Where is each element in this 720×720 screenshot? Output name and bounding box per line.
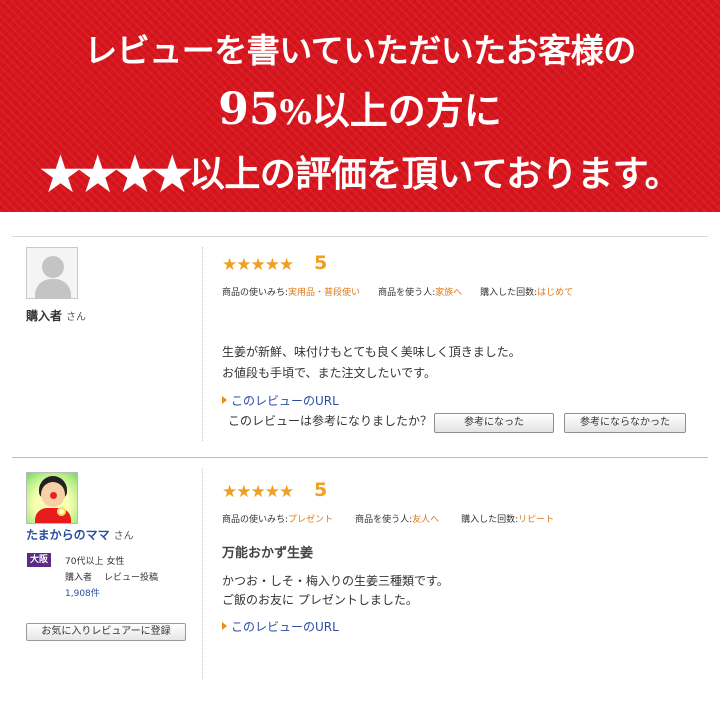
default-user-avatar-icon: [26, 247, 78, 299]
banner-percent-sign: %: [279, 93, 312, 133]
review-title: 万能おかず生姜: [222, 546, 314, 561]
review-url-link[interactable]: このレビューのURL: [222, 392, 339, 409]
arrow-right-icon: [222, 396, 227, 404]
star-rating-icon: ★★★★★: [222, 255, 294, 275]
banner-line2-text: 以上の方に: [311, 88, 502, 133]
user-value: 友人へ: [412, 515, 440, 525]
reviewer-honorific: さん: [113, 531, 134, 542]
column-divider: [202, 468, 203, 679]
reviewer-post-type: レビュー投稿: [104, 573, 159, 583]
reviewer-review-count-link[interactable]: 1,908件: [65, 586, 100, 599]
arrow-right-icon: [222, 622, 227, 630]
times-value: リピート: [518, 515, 555, 525]
rating-score: 5: [314, 479, 328, 501]
banner-headline-line3: ★★★★以上の評価を頂いております。: [0, 145, 720, 201]
review-body-line: かつお・しそ・梅入りの生姜三種類です。: [222, 574, 449, 588]
reviewer-role: 購入者 レビュー投稿: [65, 573, 159, 583]
promo-banner: レビューを書いていただいたお客様の 95%以上の方に ★★★★以上の評価を頂いて…: [0, 0, 720, 212]
reviewer-honorific: さん: [66, 312, 87, 323]
reviewer-age-gender: 70代以上 女性: [65, 557, 125, 567]
reviewer-rank-badge: 大阪: [27, 553, 51, 567]
review-item: たまからのママ さん 大阪 70代以上 女性 購入者 レビュー投稿 1,908件 お…: [12, 457, 708, 689]
review-url-link[interactable]: このレビューのURL: [222, 618, 339, 635]
usage-value: 実用品・普段使い: [288, 288, 361, 298]
reviewer-name-link[interactable]: たまからのママ さん: [26, 526, 134, 543]
user-photo-avatar-icon[interactable]: [26, 472, 78, 524]
usage-value: プレゼント: [288, 515, 334, 525]
review-body-line: お値段も手頃で、また注文したいです。: [222, 366, 436, 380]
rating-score: 5: [314, 252, 328, 274]
review-list: 購入者 さん ★★★★★ 5 商品の使いみち:実用品・普段使い 商品を使う人:家族へ…: [0, 212, 720, 720]
banner-line3-text: 以上の評価を頂いております。: [188, 153, 681, 195]
user-value: 家族へ: [435, 288, 463, 298]
review-body-line: ご飯のお友に プレゼントしました。: [222, 593, 418, 607]
helpful-yes-button[interactable]: 参考になった: [434, 413, 554, 433]
review-body-line: 生姜が新鮮、味付けもとても良く美味しく頂きました。: [222, 345, 521, 359]
times-value: はじめて: [537, 288, 574, 298]
review-item: 購入者 さん ★★★★★ 5 商品の使いみち:実用品・普段使い 商品を使う人:家族へ…: [12, 236, 708, 451]
reviewer-name: 購入者 さん: [26, 309, 87, 323]
review-meta: 商品の使いみち:実用品・普段使い 商品を使う人:家族へ 購入した回数:はじめて: [222, 288, 574, 298]
banner-headline-line1: レビューを書いていただいたお客様の: [84, 31, 636, 70]
helpful-no-button[interactable]: 参考にならなかった: [564, 413, 686, 433]
review-meta: 商品の使いみち:プレゼント 商品を使う人:友人へ 購入した回数:リピート: [222, 515, 555, 525]
add-favorite-reviewer-button[interactable]: お気に入りレビュアーに登録: [26, 623, 186, 641]
banner-percentage: 95: [218, 84, 280, 135]
banner-four-stars-icon: ★★★★: [39, 147, 193, 201]
column-divider: [202, 247, 203, 441]
banner-headline-line2: 95%以上の方に: [0, 80, 720, 135]
helpful-question: このレビューは参考になりましたか？: [228, 414, 433, 428]
star-rating-icon: ★★★★★: [222, 482, 294, 502]
